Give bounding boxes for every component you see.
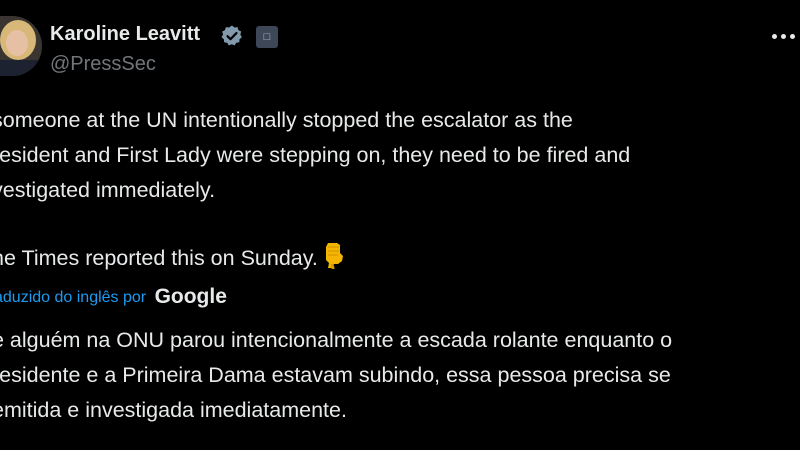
post-line: resident and First Lady were stepping on… [0, 143, 631, 167]
translated-line: emitida e investigada imediatamente. [0, 398, 347, 422]
translation-attribution[interactable]: aduzido do inglês por Google [0, 284, 227, 308]
author-name[interactable]: Karoline Leavitt [50, 23, 200, 46]
post-line: vestigated immediately. [0, 178, 216, 202]
post-second-paragraph: he Times reported this on Sunday. [0, 241, 800, 276]
post-text: someone at the UN intentionally stopped … [0, 103, 800, 276]
translated-text: e alguém na ONU parou intencionalmente a… [0, 322, 800, 427]
pointing-down-hand-emoji [322, 241, 348, 280]
translated-line: residente e a Primeira Dama estavam subi… [0, 363, 671, 387]
post-header: Karoline Leavitt □ @PressSec [0, 16, 800, 80]
translated-by-label: aduzido do inglês por [0, 289, 147, 306]
verified-badge-icon[interactable] [220, 24, 244, 48]
author-avatar[interactable] [0, 16, 42, 76]
post-line: someone at the UN intentionally stopped … [0, 108, 573, 132]
translated-line: e alguém na ONU parou intencionalmente a… [0, 328, 673, 352]
google-logo: Google [154, 285, 227, 308]
government-badge-icon[interactable]: □ [256, 26, 278, 48]
author-handle[interactable]: @PressSec [50, 53, 156, 76]
more-options-icon[interactable] [770, 24, 800, 48]
second-paragraph-text: he Times reported this on Sunday. [0, 246, 318, 270]
